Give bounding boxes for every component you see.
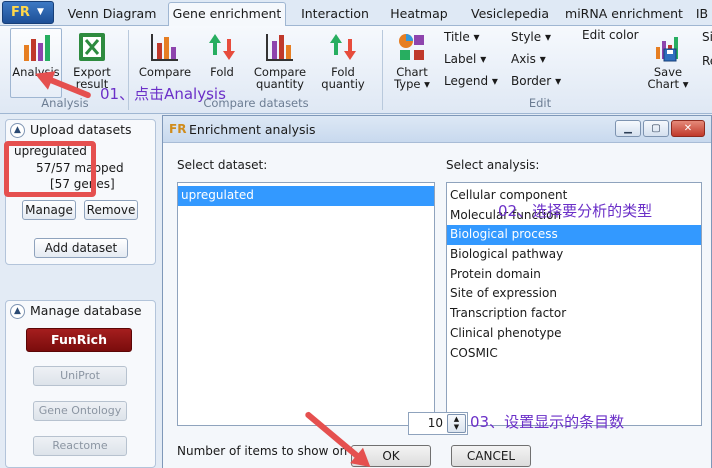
minimize-button[interactable]: ▁ [615,120,641,137]
group-separator [382,30,383,110]
analysis-item-clinical-phenotype[interactable]: Clinical phenotype [447,324,701,344]
manage-database-title: Manage database [30,303,142,318]
items-count-value[interactable]: 10 [428,416,443,430]
border-dropdown[interactable]: Border ▾ [511,74,561,88]
fold-arrows-icon [209,34,235,60]
tab-mirna-enrichment[interactable]: miRNA enrichment [562,4,686,26]
compare-chart-icon [151,34,178,61]
select-analysis-label: Select analysis: [446,158,540,172]
chevron-down-icon: ▾ [539,52,546,66]
excel-icon [79,33,105,61]
tab-gene-enrichment[interactable]: Gene enrichment [168,2,286,27]
fold-quantity-button[interactable]: Fold quantiy [316,28,370,98]
items-count-stepper[interactable]: 10 ▲ ▼ [408,412,468,435]
enrichment-analysis-dialog: FR Enrichment analysis ▁ ▢ ✕ Select data… [162,115,712,468]
manage-button[interactable]: Manage [22,200,76,220]
tab-partial[interactable]: IB [692,4,712,26]
axis-label: Axis [511,52,536,66]
chevron-down-icon: ▾ [491,74,498,88]
compare-quantity-icon [266,34,293,61]
bar-chart-icon [24,35,50,61]
manage-database-card: ▲ Manage database FunRich UniProt Gene O… [5,300,156,468]
dataset-list-item[interactable]: upregulated [178,186,434,206]
chevron-down-icon: ▾ [544,30,551,44]
analysis-item-site-of-expression[interactable]: Site of expression [447,284,701,304]
dialog-body: Select dataset: upregulated Select analy… [163,143,711,468]
edit-group-label: Edit [528,96,552,110]
app-logo-icon: FR [169,122,187,136]
legend-label: Legend [444,74,489,88]
dialog-title: Enrichment analysis [189,122,316,137]
analysis-item-biological-process[interactable]: Biological process [447,225,701,246]
label-label: Label [444,52,477,66]
select-dataset-label: Select dataset: [177,158,268,172]
chevron-down-icon[interactable]: ▼ [448,423,465,431]
close-button[interactable]: ✕ [671,120,705,137]
stepper-arrows[interactable]: ▲ ▼ [447,414,466,433]
annotation-step-2: 02、选择要分析的类型 [498,202,653,220]
chevron-down-icon: ▾ [682,77,689,91]
highlight-box [4,141,96,197]
upload-datasets-header: ▲ Upload datasets [6,120,155,142]
uniprot-db-button[interactable]: UniProt [33,366,127,386]
fold-quantity-icon [330,34,356,60]
chart-type-label-2: Type [394,77,421,91]
analysis-item-transcription-factor[interactable]: Transcription factor [447,304,701,324]
axis-dropdown[interactable]: Axis ▾ [511,52,546,66]
app-menu-button[interactable]: FR ▼ [2,1,54,24]
reactome-db-button[interactable]: Reactome [33,436,127,456]
chart-type-icon [399,34,424,60]
add-dataset-button[interactable]: Add dataset [34,238,128,258]
annotation-step-3: 03、设置显示的条目数 [470,413,625,431]
dataset-listbox[interactable]: upregulated [177,182,435,426]
compare-label: Compare [138,65,192,79]
ribbon-tab-bar: FR ▼ Venn Diagram Gene enrichment Intera… [0,0,712,27]
chevron-down-icon: ▾ [473,30,480,44]
label-dropdown[interactable]: Label ▾ [444,52,486,66]
annotation-step-1: 01、点击Analysis [100,85,226,103]
cancel-button[interactable]: CANCEL [451,445,531,467]
gene-ontology-db-button[interactable]: Gene Ontology [33,401,127,421]
save-chart-button[interactable]: Save Chart ▾ [644,28,692,98]
analysis-item-cosmic[interactable]: COSMIC [447,344,701,364]
compare-quantity-label-2: quantity [256,77,304,91]
dialog-title-bar[interactable]: FR Enrichment analysis ▁ ▢ ✕ [163,116,711,143]
save-chart-icon [656,37,678,62]
fold-label: Fold [210,65,234,79]
save-chart-label-2: Chart [647,77,680,91]
app-logo: FR [11,5,30,20]
collapse-up-icon[interactable]: ▲ [10,304,25,319]
style-label: Style [511,30,542,44]
upload-datasets-title: Upload datasets [30,122,132,137]
border-label: Border [511,74,552,88]
chevron-up-icon[interactable]: ▲ [448,415,465,423]
partial-button-2[interactable]: Re [702,54,712,68]
title-dropdown[interactable]: Title ▾ [444,30,480,44]
tab-interaction[interactable]: Interaction [292,4,378,26]
funrich-db-button[interactable]: FunRich [26,328,132,352]
analysis-button[interactable]: Analysis [10,28,62,98]
tab-venn-diagram[interactable]: Venn Diagram [60,4,164,26]
collapse-up-icon[interactable]: ▲ [10,123,25,138]
maximize-button[interactable]: ▢ [643,120,669,137]
partial-button-1[interactable]: Si [702,30,712,44]
fold-quantity-label-2: quantiy [321,77,365,91]
compare-quantity-button[interactable]: Compare quantity [250,28,310,98]
chart-type-button[interactable]: Chart Type ▾ [390,28,434,98]
chevron-down-icon: ▾ [480,52,487,66]
legend-dropdown[interactable]: Legend ▾ [444,74,498,88]
chevron-down-icon: ▼ [37,7,44,17]
chevron-down-icon: ▾ [424,77,430,91]
chevron-down-icon: ▾ [555,74,562,88]
title-label: Title [444,30,470,44]
tab-vesiclepedia[interactable]: Vesiclepedia [462,4,558,26]
remove-button[interactable]: Remove [84,200,138,220]
manage-database-header: ▲ Manage database [6,301,155,323]
analysis-item-biological-pathway[interactable]: Biological pathway [447,245,701,265]
edit-color-button[interactable]: Edit color [582,28,639,42]
style-dropdown[interactable]: Style ▾ [511,30,551,44]
analysis-item-protein-domain[interactable]: Protein domain [447,265,701,285]
tab-heatmap[interactable]: Heatmap [382,4,456,26]
